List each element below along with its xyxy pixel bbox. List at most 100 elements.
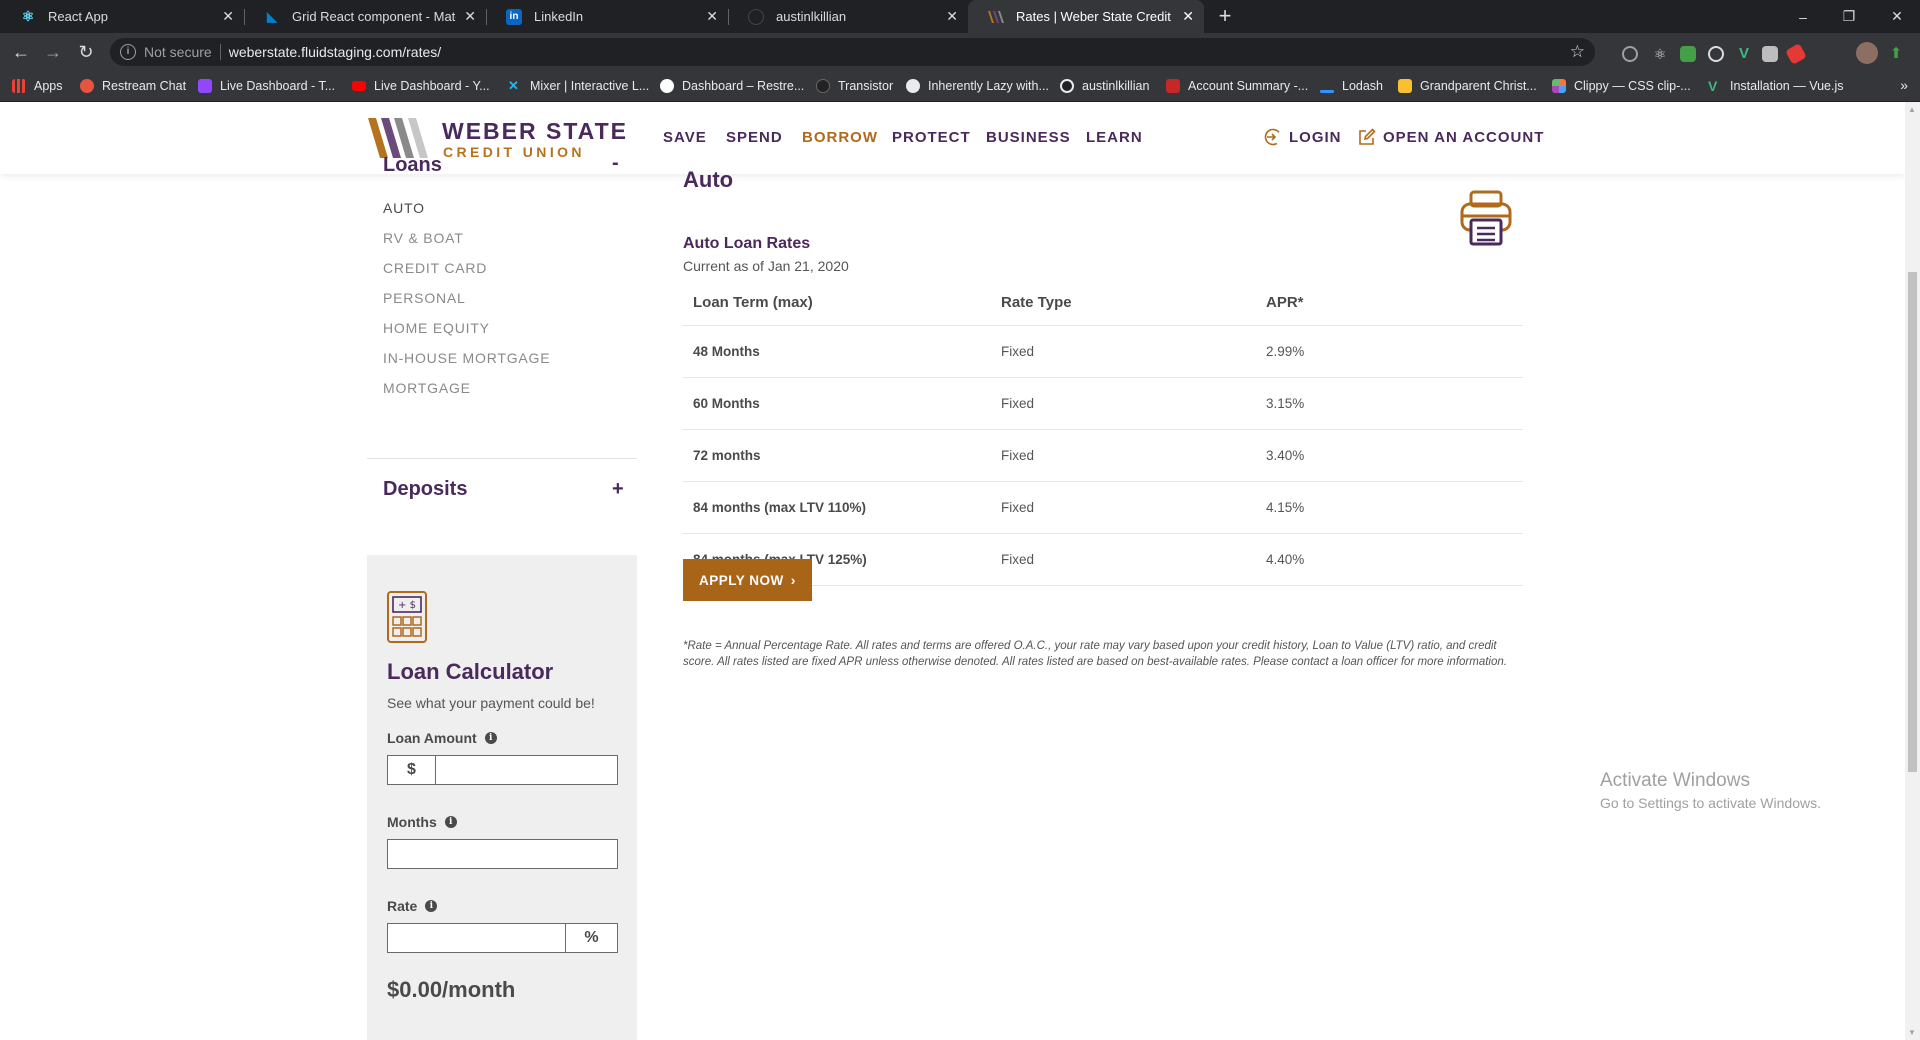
- expand-icon[interactable]: +: [612, 478, 624, 501]
- info-icon[interactable]: i: [425, 900, 438, 912]
- nav-protect[interactable]: PROTECT: [892, 129, 971, 146]
- extension-icon[interactable]: [1708, 46, 1724, 62]
- rate-input[interactable]: [388, 924, 565, 952]
- login-label: LOGIN: [1289, 128, 1342, 146]
- bookmark-item[interactable]: V Installation — Vue.js: [1708, 71, 1843, 101]
- sidebar-link-rv-boat[interactable]: RV & BOAT: [383, 230, 464, 246]
- nav-borrow[interactable]: BORROW: [802, 129, 878, 146]
- bookmark-item[interactable]: Clippy — CSS clip-...: [1552, 71, 1691, 101]
- bookmark-item[interactable]: Restream Chat: [80, 71, 186, 101]
- apr-cell: 4.15%: [1256, 481, 1523, 534]
- nav-spend[interactable]: SPEND: [726, 129, 783, 146]
- minimize-icon[interactable]: –: [1780, 0, 1826, 33]
- reload-icon[interactable]: ↻: [75, 42, 97, 64]
- extension-icon[interactable]: ⚛: [1652, 46, 1668, 62]
- update-icon[interactable]: ⬆: [1888, 46, 1904, 62]
- sidebar-link-home-equity[interactable]: HOME EQUITY: [383, 320, 490, 336]
- activate-windows-subtitle: Go to Settings to activate Windows.: [1600, 795, 1821, 811]
- bookmark-label: austinlkillian: [1082, 79, 1150, 93]
- bookmark-item[interactable]: Dashboard – Restre...: [660, 71, 804, 101]
- collapse-icon[interactable]: -: [612, 152, 619, 175]
- url-text[interactable]: weberstate.fluidstaging.com/rates/: [229, 44, 441, 60]
- address-bar[interactable]: i Not secure weberstate.fluidstaging.com…: [110, 38, 1595, 66]
- browser-tab[interactable]: ⚛ React App ✕: [0, 0, 244, 33]
- bookmark-item[interactable]: Transistor: [816, 71, 893, 101]
- loans-heading[interactable]: Loans: [383, 154, 442, 177]
- months-input[interactable]: [388, 840, 617, 868]
- monthly-payment-result: $0.00/month: [387, 977, 516, 1002]
- scroll-up-icon[interactable]: ▲: [1908, 105, 1916, 114]
- loan-amount-input[interactable]: [436, 756, 617, 784]
- table-row: 84 months (max LTV 110%) Fixed 4.15%: [683, 481, 1523, 534]
- bookmark-item[interactable]: ✕ Mixer | Interactive L...: [508, 71, 649, 101]
- linkedin-icon: in: [506, 8, 522, 25]
- logo-subtitle[interactable]: CREDIT UNION: [443, 144, 585, 160]
- nav-learn[interactable]: LEARN: [1086, 129, 1143, 146]
- bookmark-item[interactable]: Account Summary -...: [1166, 71, 1308, 101]
- table-header-row: Loan Term (max) Rate Type APR*: [683, 280, 1523, 326]
- nav-save[interactable]: SAVE: [663, 129, 707, 146]
- info-icon[interactable]: i: [120, 44, 136, 60]
- vue-devtools-icon[interactable]: V: [1736, 46, 1752, 62]
- clippy-icon: [1552, 79, 1566, 93]
- extension-icon[interactable]: [1785, 43, 1807, 65]
- forward-icon[interactable]: →: [42, 42, 64, 64]
- close-tab-icon[interactable]: ✕: [464, 8, 476, 24]
- deposits-heading[interactable]: Deposits: [383, 478, 467, 501]
- page-scrollbar[interactable]: ▲ ▼: [1905, 102, 1920, 1040]
- bookmark-label: Inherently Lazy with...: [928, 79, 1049, 93]
- bookmark-apps[interactable]: Apps: [12, 71, 63, 101]
- sidebar-link-credit-card[interactable]: CREDIT CARD: [383, 260, 487, 276]
- close-tab-icon[interactable]: ✕: [706, 8, 718, 24]
- print-icon[interactable]: [1459, 190, 1513, 253]
- bookmark-item[interactable]: Lodash: [1320, 71, 1383, 101]
- material-ui-icon: ◣: [267, 8, 277, 24]
- login-link[interactable]: LOGIN: [1264, 128, 1342, 146]
- bookmarks-overflow-icon[interactable]: »: [1900, 77, 1908, 93]
- open-account-link[interactable]: OPEN AN ACCOUNT: [1358, 128, 1544, 146]
- bookmark-star-icon[interactable]: ☆: [1570, 42, 1585, 62]
- sidebar-link-auto[interactable]: AUTO: [383, 200, 425, 216]
- extension-icon[interactable]: [1680, 46, 1696, 62]
- avatar[interactable]: [1856, 42, 1878, 64]
- bookmark-label: Transistor: [838, 79, 894, 93]
- lodash-icon: [1320, 89, 1334, 93]
- extension-icon[interactable]: [1622, 46, 1638, 62]
- sidebar-link-mortgage[interactable]: MORTGAGE: [383, 380, 471, 396]
- tab-title: Rates | Weber State Credit Union: [1016, 9, 1174, 24]
- logo-wordmark[interactable]: WEBER STATE: [442, 118, 628, 145]
- scroll-thumb[interactable]: [1908, 272, 1917, 772]
- extension-icon[interactable]: [1762, 46, 1778, 62]
- browser-tab-active[interactable]: Rates | Weber State Credit Union ✕: [968, 0, 1204, 33]
- sidebar-link-in-house-mortgage[interactable]: IN-HOUSE MORTGAGE: [383, 350, 550, 366]
- bookmark-label: Apps: [34, 79, 63, 93]
- close-tab-icon[interactable]: ✕: [946, 8, 958, 24]
- nav-business[interactable]: BUSINESS: [986, 129, 1071, 146]
- browser-tab[interactable]: in LinkedIn ✕: [486, 0, 728, 33]
- info-icon[interactable]: i: [484, 732, 497, 744]
- back-icon[interactable]: ←: [10, 42, 32, 64]
- bookmark-item[interactable]: austinlkillian: [1060, 71, 1149, 101]
- apply-now-button[interactable]: APPLY NOW ›: [683, 559, 812, 601]
- scroll-down-icon[interactable]: ▼: [1908, 1028, 1916, 1037]
- sidebar-link-personal[interactable]: PERSONAL: [383, 290, 466, 306]
- restore-icon[interactable]: ❐: [1826, 0, 1872, 33]
- react-icon: ⚛: [21, 8, 35, 24]
- close-window-icon[interactable]: ✕: [1874, 0, 1920, 33]
- bookmark-item[interactable]: Live Dashboard - Y...: [352, 71, 490, 101]
- dollar-prefix: $: [388, 756, 436, 784]
- bookmark-item[interactable]: Live Dashboard - T...: [198, 71, 335, 101]
- months-field: [387, 839, 618, 869]
- rate-type-cell: Fixed: [991, 429, 1256, 482]
- tab-title: LinkedIn: [534, 9, 584, 24]
- close-tab-icon[interactable]: ✕: [222, 8, 234, 24]
- close-tab-icon[interactable]: ✕: [1182, 8, 1194, 24]
- info-icon[interactable]: i: [444, 816, 457, 828]
- site-header: WEBER STATE CREDIT UNION SAVE SPEND BORR…: [0, 102, 1905, 174]
- bookmark-item[interactable]: Inherently Lazy with...: [906, 71, 1049, 101]
- browser-tab[interactable]: ◣ Grid React component - Material-UI ✕: [244, 0, 486, 33]
- bookmark-item[interactable]: Grandparent Christ...: [1398, 71, 1537, 101]
- rate-label: Rate i: [387, 898, 438, 914]
- new-tab-button[interactable]: +: [1212, 5, 1238, 29]
- browser-tab[interactable]: austinlkillian ✕: [728, 0, 968, 33]
